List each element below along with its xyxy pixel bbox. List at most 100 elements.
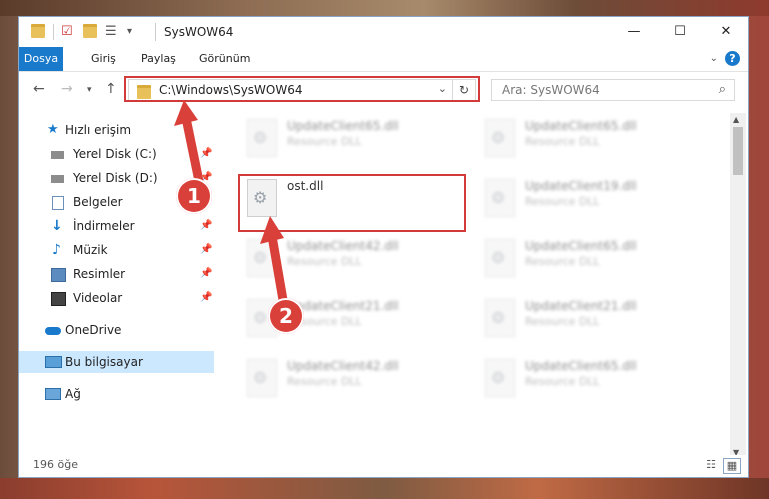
scrollbar-thumb[interactable] [733,127,743,175]
file-type: Resource DLL [287,135,362,148]
forward-arrow-icon[interactable]: → [61,81,73,97]
sidebar-item-label: İndirmeler [73,219,135,233]
sidebar-item-label: Ağ [65,387,81,401]
sidebar-item-music[interactable]: ♪ Müzik 📌 [19,239,214,261]
pictures-icon [51,268,66,282]
dll-file-icon [247,119,277,157]
sidebar-item-downloads[interactable]: ↓ İndirmeler 📌 [19,215,214,237]
sidebar-item-label: OneDrive [65,323,122,337]
pin-icon[interactable]: 📌 [200,215,212,237]
sidebar-item-label: Yerel Disk (D:) [73,171,158,185]
details-view-icon[interactable]: ☷ [703,458,719,472]
file-name: UpdateClient65.dll [287,119,399,133]
documents-icon [52,196,64,210]
step-2-badge: 2 [268,298,304,334]
sidebar-item-label: Videolar [73,291,123,305]
list-item[interactable]: UpdateClient65.dll Resource DLL [239,115,469,167]
computer-icon [45,356,62,368]
file-name: UpdateClient65.dll [525,119,637,133]
pin-icon[interactable]: 📌 [200,287,212,309]
network-icon [45,388,61,400]
new-folder-icon[interactable] [83,24,99,40]
pin-icon[interactable]: 📌 [200,263,212,285]
customize-toolbar-icon[interactable]: ▾ [127,24,143,40]
sidebar-item-this-pc[interactable]: Bu bilgisayar [19,351,214,373]
dll-file-icon [485,239,515,277]
title-divider [155,23,156,41]
list-item[interactable]: UpdateClient42.dll Resource DLL [239,235,469,287]
file-name: UpdateClient19.dll [525,179,637,193]
ribbon-tabs: Dosya Giriş Paylaş Görünüm ⌄ ? [19,47,748,72]
file-name: UpdateClient65.dll [525,239,637,253]
video-icon [51,292,66,306]
address-bar-highlight [124,76,480,102]
desktop-background-bottom [0,478,769,499]
list-item[interactable]: UpdateClient42.dll Resource DLL [239,355,469,407]
list-item[interactable]: UpdateClient19.dll Resource DLL [477,175,707,227]
tab-file[interactable]: Dosya [19,47,63,71]
close-button[interactable]: ✕ [703,17,749,47]
search-input[interactable]: Ara: SysWOW64 ⌕ [491,79,735,101]
file-type: Resource DLL [525,375,600,388]
music-icon: ♪ [52,242,61,258]
file-list: UpdateClient65.dll Resource DLL UpdateCl… [214,113,730,459]
minimize-button[interactable]: — [611,17,657,47]
tab-view[interactable]: Görünüm [199,47,250,71]
list-item[interactable]: UpdateClient65.dll Resource DLL [477,235,707,287]
drive-icon [51,151,64,159]
toolbar-divider [53,24,54,40]
desktop-background-top [0,0,769,16]
recent-locations-icon[interactable]: ▾ [87,85,92,95]
search-icon[interactable]: ⌕ [719,82,726,97]
pin-icon[interactable]: 📌 [200,239,212,261]
file-name: UpdateClient65.dll [525,359,637,373]
sidebar-item-label: Belgeler [73,195,123,209]
file-type: Resource DLL [525,135,600,148]
view-options-icon[interactable]: ☰ [105,24,121,40]
file-type: Resource DLL [287,255,362,268]
file-type: Resource DLL [525,255,600,268]
sidebar-item-videos[interactable]: Videolar 📌 [19,287,214,309]
navigation-pane: ★ Hızlı erişim Yerel Disk (C:) 📌 Yerel D… [19,113,214,459]
file-name: UpdateClient42.dll [287,359,399,373]
tab-share[interactable]: Paylaş [141,47,176,71]
window-title: SysWOW64 [164,25,234,39]
tab-home[interactable]: Giriş [91,47,116,71]
sidebar-item-pictures[interactable]: Resimler 📌 [19,263,214,285]
file-name: UpdateClient42.dll [287,239,399,253]
sidebar-item-network[interactable]: Ağ [19,383,214,405]
list-item[interactable]: UpdateClient65.dll Resource DLL [477,355,707,407]
maximize-button[interactable]: ☐ [657,17,703,47]
pin-icon[interactable]: 📌 [200,143,212,165]
title-bar: ☑ ☰ ▾ SysWOW64 — ☐ ✕ [19,17,748,47]
file-name: UpdateClient21.dll [287,299,399,313]
scroll-up-icon[interactable]: ▲ [733,115,739,124]
status-bar: 196 öğe ☷ ▦ [19,455,748,477]
vertical-scrollbar[interactable]: ▲ ▼ [730,113,746,459]
sidebar-item-label: Bu bilgisayar [65,355,143,369]
search-placeholder: Ara: SysWOW64 [502,83,600,97]
sidebar-item-disk-c[interactable]: Yerel Disk (C:) 📌 [19,143,214,165]
download-icon: ↓ [51,218,63,234]
sidebar-item-label: Müzik [73,243,108,257]
dll-file-icon [485,359,515,397]
up-arrow-icon[interactable]: ↑ [105,81,117,97]
list-item[interactable]: UpdateClient65.dll Resource DLL [477,115,707,167]
file-name: UpdateClient21.dll [525,299,637,313]
sidebar-item-onedrive[interactable]: OneDrive [19,319,214,341]
sidebar-item-quick-access[interactable]: ★ Hızlı erişim [19,119,214,141]
large-icons-view-icon[interactable]: ▦ [723,458,741,474]
properties-icon[interactable]: ☑ [61,24,77,40]
dll-file-icon [485,119,515,157]
file-type: Resource DLL [287,375,362,388]
back-arrow-icon[interactable]: ← [33,81,45,97]
dll-file-icon [247,359,277,397]
list-item[interactable]: UpdateClient21.dll Resource DLL [477,295,707,347]
folder-icon [31,24,47,40]
chevron-down-icon[interactable]: ⌄ [710,53,718,64]
help-icon[interactable]: ? [725,51,740,66]
sidebar-item-label: Yerel Disk (C:) [73,147,157,161]
sidebar-item-label: Resimler [73,267,126,281]
sidebar-item-label: Hızlı erişim [65,123,132,137]
dll-file-icon [247,239,277,277]
